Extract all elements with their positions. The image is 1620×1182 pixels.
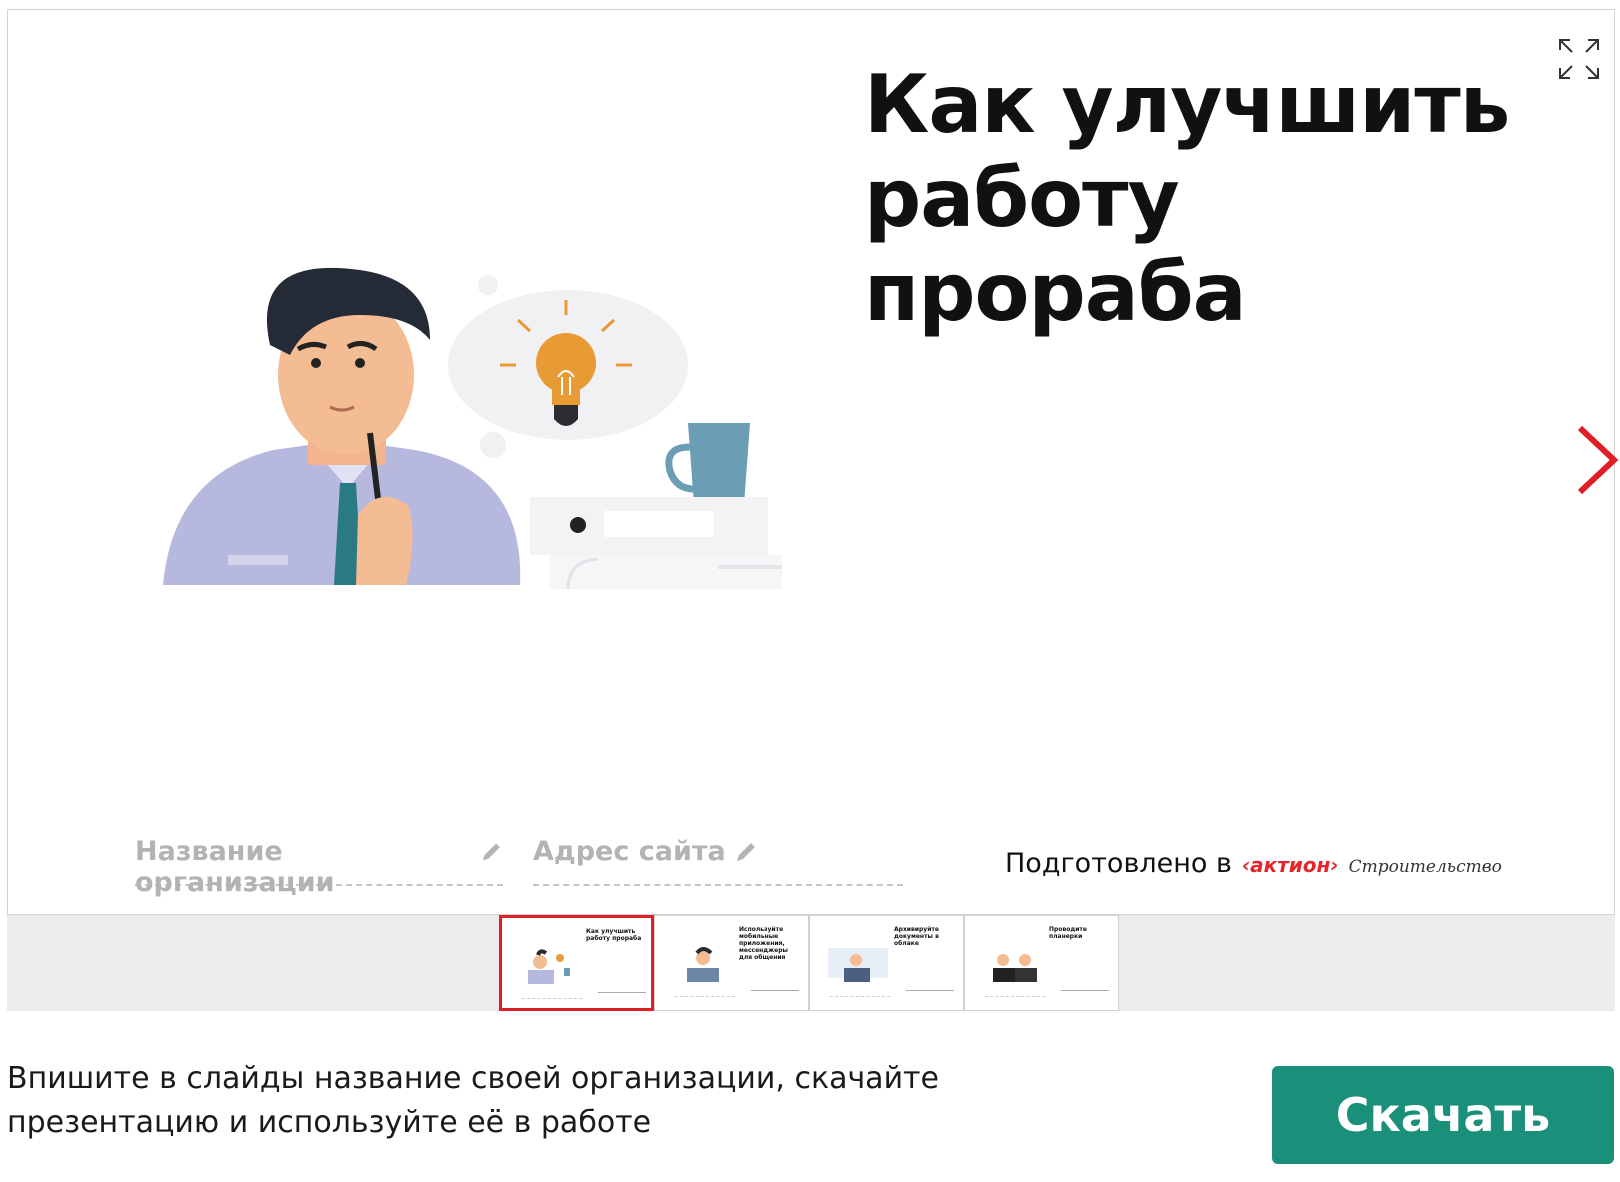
thumbnail-slide-1[interactable]: Как улучшить работу прораба xyxy=(499,915,654,1011)
man-figure xyxy=(163,267,521,585)
instruction-line2: презентацию и используйте её в работе xyxy=(7,1105,652,1140)
instruction-text: Впишите в слайды название своей организа… xyxy=(7,1057,967,1145)
thumbnail-slide-2[interactable]: Используйте мобильные приложения, мессен… xyxy=(654,915,809,1011)
chevron-right-icon[interactable] xyxy=(1572,420,1620,500)
pencil-icon xyxy=(736,843,755,861)
thumbnail-illustration xyxy=(687,947,719,982)
thumbnail-footer-line xyxy=(830,996,890,997)
prepared-label: Подготовлено в xyxy=(1005,848,1232,879)
slide-viewer: Как улучшить работу прораба Название орг… xyxy=(7,9,1619,915)
prepared-by: Подготовлено в ‹актион› Строительство xyxy=(1005,848,1502,879)
slide-title-line1: Как улучшить xyxy=(864,58,1510,151)
thumbnail-illustration xyxy=(828,948,888,982)
thumbnail-slide-3[interactable]: Архивируйте документы в облаке xyxy=(809,915,964,1011)
thumbnail-footer-line xyxy=(1061,990,1109,991)
instruction-line1: Впишите в слайды название своей организа… xyxy=(7,1061,939,1096)
website-address-placeholder: Адрес сайта xyxy=(533,836,726,867)
thumbnail-illustration xyxy=(528,949,570,984)
folders xyxy=(530,497,782,590)
expand-icon[interactable] xyxy=(1556,36,1602,82)
download-button[interactable]: Скачать xyxy=(1272,1066,1614,1164)
thumbnail-title: Проводите планерки xyxy=(1049,926,1087,940)
thumbnail-footer-line xyxy=(751,990,799,991)
thumbnail-footer-line xyxy=(906,990,954,991)
foreman-illustration xyxy=(163,267,782,590)
current-slide: Как улучшить работу прораба Название орг… xyxy=(8,10,1619,914)
cup-icon xyxy=(665,423,750,505)
slide-title: Как улучшить работу прораба xyxy=(864,58,1544,340)
aktion-logo: ‹актион› xyxy=(1241,853,1339,877)
organization-name-placeholder: Название организации xyxy=(135,836,335,898)
thumbnail-strip: Как улучшить работу прораба Используйте … xyxy=(7,915,1615,1011)
thumbnail-title: Как улучшить работу прораба xyxy=(586,928,642,942)
thumbnail-footer-line xyxy=(598,992,646,993)
slide-title-line2: работу прораба xyxy=(864,152,1247,339)
website-address-field[interactable]: Адрес сайта xyxy=(533,836,903,886)
thumbnail-slide-4[interactable]: Проводите планерки xyxy=(964,915,1119,1011)
thumbnail-footer-line xyxy=(675,996,735,997)
thumbnail-title: Используйте мобильные приложения, мессен… xyxy=(739,926,788,961)
thumbnail-title: Архивируйте документы в облаке xyxy=(894,926,939,947)
thumbnail-footer-line xyxy=(985,996,1045,997)
pencil-icon xyxy=(483,843,501,861)
brand-subtitle: Строительство xyxy=(1348,857,1502,877)
thumbnail-illustration xyxy=(993,954,1037,982)
organization-name-field[interactable]: Название организации xyxy=(135,836,503,898)
thumbnail-footer-line xyxy=(522,998,582,999)
